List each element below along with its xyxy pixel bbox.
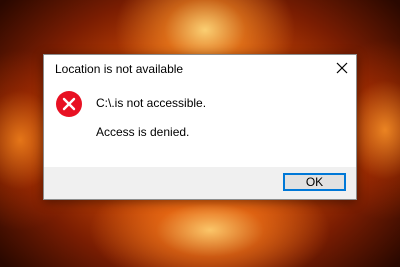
dialog-titlebar: Location is not available <box>44 55 356 83</box>
dialog-title: Location is not available <box>55 62 184 76</box>
close-button[interactable] <box>334 60 350 76</box>
ok-button[interactable]: OK <box>283 173 346 191</box>
error-detail: Access is denied. <box>96 125 190 139</box>
error-message: C:\.is not accessible. <box>96 96 207 110</box>
error-icon <box>56 91 82 117</box>
close-icon <box>334 60 350 76</box>
error-dialog: Location is not available C:\.is not acc… <box>43 54 357 200</box>
dialog-footer: OK <box>44 167 356 199</box>
